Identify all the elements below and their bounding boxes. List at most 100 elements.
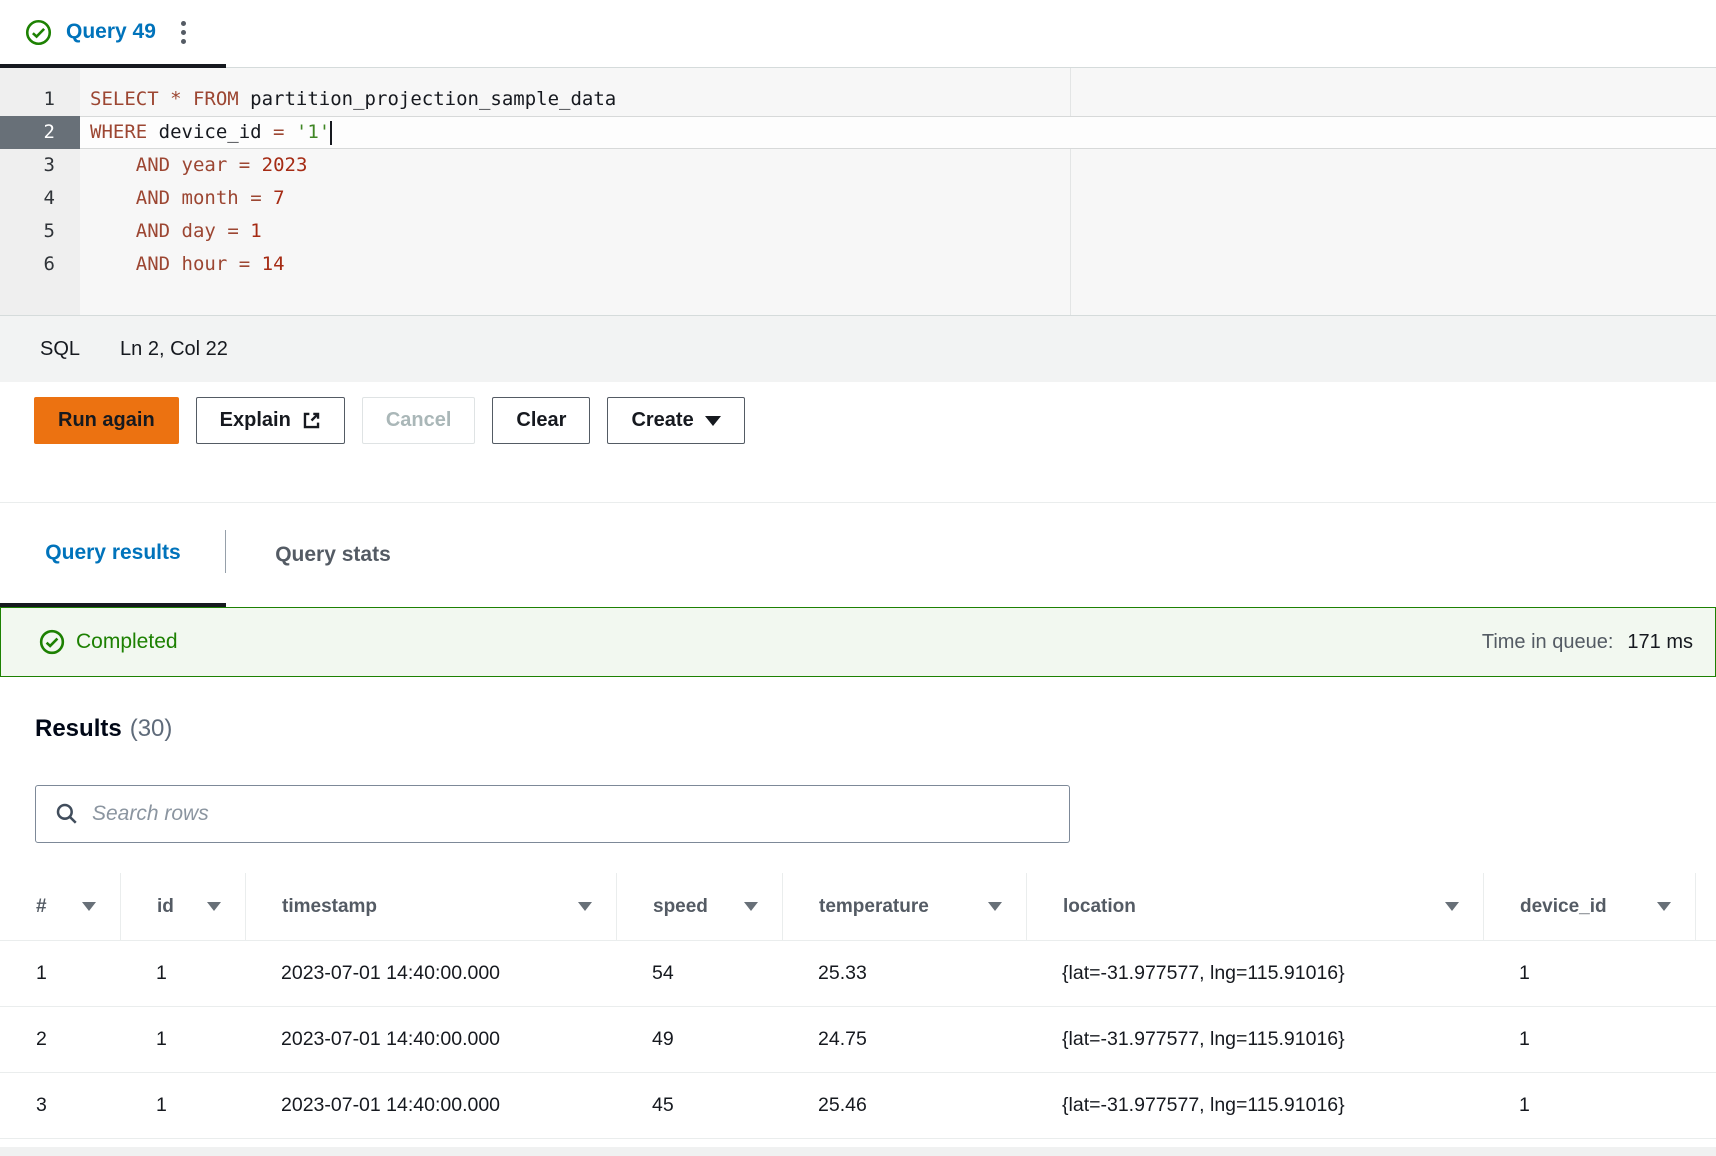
code-token: =: [239, 187, 273, 209]
table-cell: 1: [0, 941, 120, 1006]
code-token: =: [227, 154, 261, 176]
query-tab[interactable]: Query 49: [0, 0, 226, 68]
query-actions-toolbar: Run again Explain Cancel Clear Create: [0, 382, 1716, 502]
clear-label: Clear: [516, 409, 566, 432]
status-badge: Completed: [76, 630, 178, 654]
results-table-header: # id timestamp speed: [0, 873, 1716, 941]
tab-query-results[interactable]: Query results: [0, 503, 226, 607]
code-token: [170, 154, 181, 176]
code-line: AND hour = 14: [80, 248, 1716, 281]
table-column-header[interactable]: device_id: [1483, 873, 1696, 940]
code-token: AND: [136, 187, 170, 209]
tab-query-stats-label: Query stats: [275, 543, 391, 567]
table-cell: {lat=-31.977577, lng=115.91016}: [1026, 1007, 1483, 1072]
table-cell: 1: [1483, 1007, 1696, 1072]
code-line: AND day = 1: [80, 215, 1716, 248]
code-token: =: [227, 253, 261, 275]
column-header-label: location: [1063, 896, 1136, 918]
editor-language-label: SQL: [40, 338, 80, 361]
code-token: 1: [250, 220, 261, 242]
table-cell: 45: [616, 1073, 782, 1138]
table-cell: {lat=-31.977577, lng=115.91016}: [1026, 1073, 1483, 1138]
explain-label: Explain: [220, 409, 291, 432]
clear-button[interactable]: Clear: [492, 397, 590, 444]
table-column-header[interactable]: location: [1026, 873, 1483, 940]
table-cell: 49: [616, 1007, 782, 1072]
code-token: WHERE: [90, 121, 159, 143]
table-row: 212023-07-01 14:40:00.0004924.75{lat=-31…: [0, 1007, 1716, 1073]
code-token: year: [182, 154, 228, 176]
table-cell: 1: [1483, 941, 1696, 1006]
code-token: [170, 187, 181, 209]
line-number-active: 2: [0, 116, 80, 149]
code-token: [90, 220, 136, 242]
code-line: AND month = 7: [80, 182, 1716, 215]
line-number: 6: [0, 248, 80, 281]
editor-code-area[interactable]: SELECT * FROM partition_projection_sampl…: [80, 68, 1716, 315]
filter-caret-icon[interactable]: [744, 902, 758, 911]
line-number: 1: [0, 83, 80, 116]
horizontal-scrollbar-track[interactable]: [0, 1147, 1716, 1156]
filter-caret-icon[interactable]: [578, 902, 592, 911]
code-token: [90, 253, 136, 275]
filter-caret-icon[interactable]: [988, 902, 1002, 911]
tab-options-kebab-icon[interactable]: [177, 17, 190, 48]
code-token: hour: [182, 253, 228, 275]
cancel-button[interactable]: Cancel: [362, 397, 476, 444]
table-cell: 2: [0, 1007, 120, 1072]
table-column-header[interactable]: temperature: [782, 873, 1026, 940]
query-status-banner: Completed Time in queue: 171 ms: [0, 607, 1716, 677]
code-token: [170, 220, 181, 242]
code-token: AND: [136, 220, 170, 242]
column-header-label: id: [157, 896, 174, 918]
cursor-position-label: Ln 2, Col 22: [120, 338, 228, 361]
filter-caret-icon[interactable]: [82, 902, 96, 911]
filter-caret-icon[interactable]: [207, 902, 221, 911]
code-token: device_id: [159, 121, 273, 143]
run-again-button[interactable]: Run again: [34, 397, 179, 444]
line-number: 4: [0, 182, 80, 215]
code-token: month: [182, 187, 239, 209]
create-label: Create: [631, 409, 693, 432]
results-count: (30): [130, 715, 173, 742]
table-cell: 25.46: [782, 1073, 1026, 1138]
code-token: SELECT: [90, 88, 170, 110]
table-column-header[interactable]: #: [0, 873, 120, 940]
code-token: *: [170, 88, 193, 110]
code-token: 2023: [262, 154, 308, 176]
code-token: FROM: [193, 88, 250, 110]
code-token: =: [216, 220, 250, 242]
table-cell: 54: [616, 941, 782, 1006]
sql-editor[interactable]: 1 2 3 4 5 6 SELECT * FROM partition_proj…: [0, 68, 1716, 315]
tab-query-stats[interactable]: Query stats: [226, 503, 440, 607]
query-tab-title: Query 49: [66, 20, 156, 44]
table-cell: 25.33: [782, 941, 1026, 1006]
code-token: [90, 154, 136, 176]
table-row: 312023-07-01 14:40:00.0004525.46{lat=-31…: [0, 1073, 1716, 1139]
code-line-active: WHERE device_id = '1': [80, 116, 1716, 149]
time-in-queue-value: 171 ms: [1627, 631, 1693, 654]
explain-button[interactable]: Explain: [196, 397, 345, 444]
table-column-header[interactable]: timestamp: [245, 873, 616, 940]
column-header-label: timestamp: [282, 896, 377, 918]
cancel-label: Cancel: [386, 409, 452, 432]
text-cursor: [330, 121, 332, 145]
editor-gutter: 1 2 3 4 5 6: [0, 68, 80, 315]
code-token: =: [273, 121, 296, 143]
external-link-icon: [302, 411, 321, 430]
table-column-header[interactable]: id: [120, 873, 245, 940]
line-number: 3: [0, 149, 80, 182]
code-token: AND: [136, 154, 170, 176]
code-line: SELECT * FROM partition_projection_sampl…: [80, 83, 1716, 116]
column-header-label: device_id: [1520, 896, 1607, 918]
filter-caret-icon[interactable]: [1657, 902, 1671, 911]
search-rows-input[interactable]: [92, 802, 1055, 826]
table-cell: 1: [1483, 1073, 1696, 1138]
table-cell: {lat=-31.977577, lng=115.91016}: [1026, 941, 1483, 1006]
search-icon: [55, 802, 79, 826]
filter-caret-icon[interactable]: [1445, 902, 1459, 911]
table-column-header[interactable]: speed: [616, 873, 782, 940]
table-cell: 3: [0, 1073, 120, 1138]
create-button[interactable]: Create: [607, 397, 744, 444]
column-header-label: #: [36, 896, 47, 918]
